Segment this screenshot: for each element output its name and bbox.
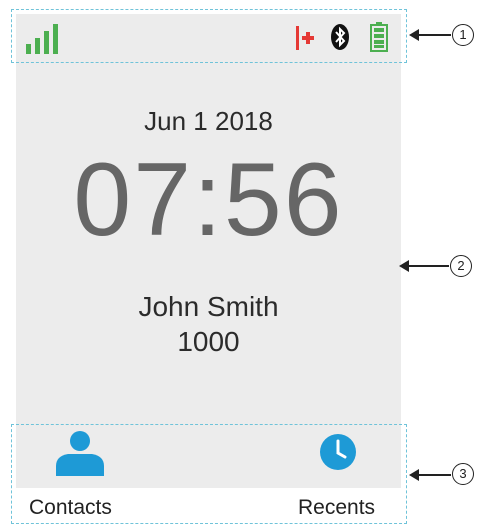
user-extension: 1000 <box>177 326 240 357</box>
callout-number-1: 1 <box>452 24 474 46</box>
callout-arrow-1 <box>409 29 451 41</box>
time-display: 07:56 <box>73 142 344 258</box>
date-display: Jun 1 2018 <box>144 106 273 136</box>
callout-box-softkeys <box>11 424 407 524</box>
callout-arrow-3 <box>409 469 451 481</box>
user-name: John Smith <box>138 291 279 322</box>
callout-box-status-bar <box>11 9 407 63</box>
callout-arrow-2 <box>399 260 449 272</box>
callout-number-3: 3 <box>452 463 474 485</box>
callout-number-2: 2 <box>450 255 472 277</box>
